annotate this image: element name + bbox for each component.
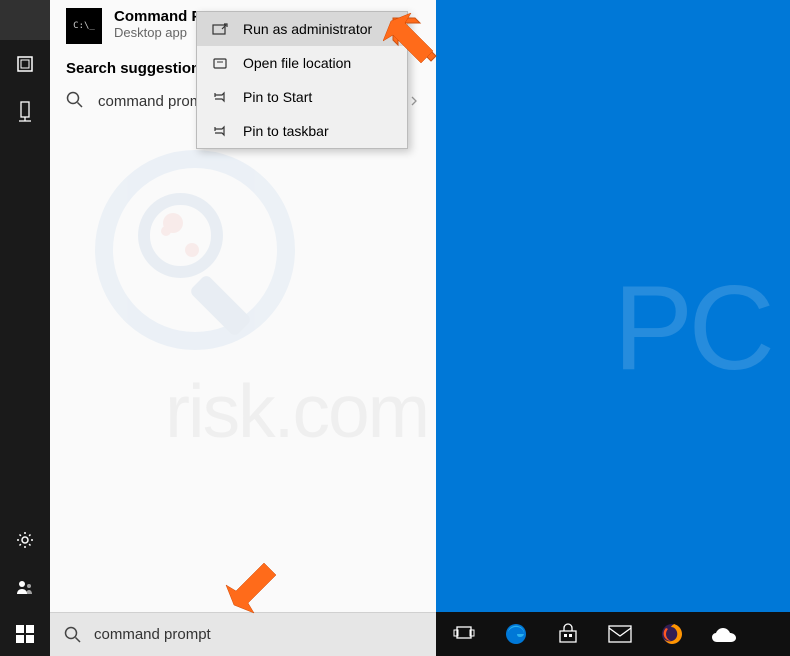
admin-icon — [211, 20, 229, 38]
pcrisk-watermark-badge — [95, 150, 295, 350]
menu-run-as-administrator[interactable]: Run as administrator — [197, 12, 407, 46]
firefox-icon[interactable] — [652, 612, 692, 656]
user-account-icon[interactable] — [0, 564, 50, 612]
settings-icon[interactable] — [0, 516, 50, 564]
pin-icon — [211, 122, 229, 140]
expand-icon[interactable] — [0, 0, 50, 40]
onedrive-icon[interactable] — [704, 612, 744, 656]
menu-pin-to-taskbar[interactable]: Pin to taskbar — [197, 114, 407, 148]
chevron-right-icon — [408, 95, 420, 107]
mail-icon[interactable] — [600, 612, 640, 656]
search-input[interactable] — [94, 626, 422, 643]
folder-icon — [211, 54, 229, 72]
app-shortcut-2[interactable] — [0, 88, 50, 136]
start-button[interactable] — [0, 612, 50, 656]
search-icon — [66, 91, 86, 111]
search-bar — [50, 612, 436, 656]
app-shortcut-1[interactable] — [0, 40, 50, 88]
search-icon — [64, 626, 82, 644]
taskbar — [436, 612, 790, 656]
menu-item-label: Pin to Start — [243, 89, 312, 105]
menu-item-label: Run as administrator — [243, 21, 372, 37]
menu-item-label: Pin to taskbar — [243, 123, 329, 139]
store-icon[interactable] — [548, 612, 588, 656]
menu-item-label: Open file location — [243, 55, 351, 71]
pcrisk-watermark-text: risk.com — [165, 368, 428, 454]
menu-pin-to-start[interactable]: Pin to Start — [197, 80, 407, 114]
menu-open-file-location[interactable]: Open file location — [197, 46, 407, 80]
task-view-icon[interactable] — [444, 612, 484, 656]
context-menu: Run as administrator Open file location … — [196, 11, 408, 149]
edge-browser-icon[interactable] — [496, 612, 536, 656]
pin-icon — [211, 88, 229, 106]
command-prompt-icon: C:\_ — [66, 8, 102, 44]
start-sidebar — [0, 0, 50, 656]
